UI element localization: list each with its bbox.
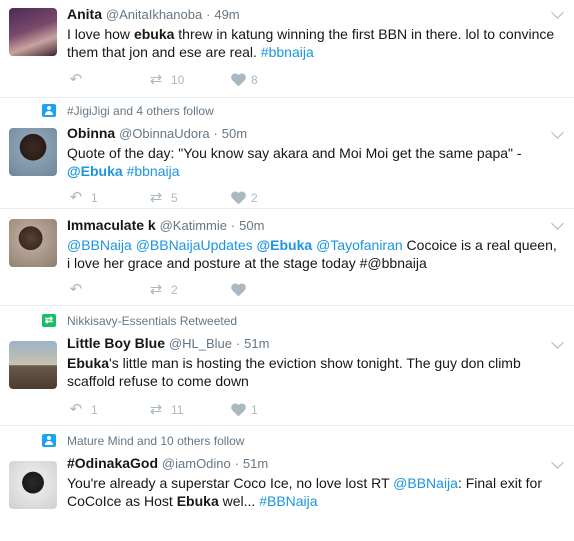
hashtag-link[interactable]: #BBNaija <box>259 493 317 509</box>
tweet-time[interactable]: 51m <box>243 456 268 471</box>
author-name[interactable]: Immaculate k <box>67 217 156 233</box>
tweet-time[interactable]: 49m <box>214 7 239 22</box>
hashtag-link[interactable]: #bbnaija <box>261 44 314 60</box>
mention-link[interactable]: @Ebuka <box>257 237 313 253</box>
tweet-text: Quote of the day: "You know say akara an… <box>67 145 522 179</box>
avatar[interactable] <box>9 8 57 56</box>
author-handle[interactable]: @HL_Blue <box>169 336 232 351</box>
author-name[interactable]: Little Boy Blue <box>67 335 165 351</box>
social-context[interactable]: Nikkisavy-Essentials Retweeted <box>42 313 560 329</box>
retweet-icon: ⇄ <box>149 401 163 418</box>
author-handle[interactable]: @ObinnaUdora <box>119 126 210 141</box>
tweet[interactable]: #JigiJigi and 4 others follow Obinna @Ob… <box>0 98 574 209</box>
heart-icon <box>231 192 245 205</box>
tweet-header: Anita @AnitaIkhanoba · 49m <box>67 6 240 22</box>
reply-button[interactable]: ↶ <box>67 70 91 90</box>
mention-link[interactable]: @BBNaija <box>393 475 458 491</box>
tweet[interactable]: Immaculate k @Katimmie · 50m @BBNaija @B… <box>0 209 574 306</box>
reply-arrow-icon: ↶ <box>69 71 83 88</box>
tweet[interactable]: Anita @AnitaIkhanoba · 49m I love how eb… <box>0 0 574 98</box>
tweet-time[interactable]: 50m <box>239 218 264 233</box>
reply-button[interactable]: ↶ 1 <box>67 400 98 420</box>
tweet-text: Ebuka's little man is hosting the evicti… <box>67 355 521 389</box>
tweet-actions: ↶ ⇄ 2 <box>67 280 327 300</box>
timeline: Anita @AnitaIkhanoba · 49m I love how eb… <box>0 0 574 541</box>
heart-icon <box>231 74 245 87</box>
reply-arrow-icon: ↶ <box>69 281 83 298</box>
tweet-header: Immaculate k @Katimmie · 50m <box>67 217 265 233</box>
like-button[interactable]: 1 <box>231 400 258 420</box>
author-handle[interactable]: @iamOdino <box>162 456 231 471</box>
hashtag-link[interactable]: #bbnaija <box>127 163 180 179</box>
tweet-text: You're already a superstar Coco Ice, no … <box>67 475 542 509</box>
like-button[interactable] <box>231 280 251 300</box>
tweet[interactable]: Nikkisavy-Essentials Retweeted Little Bo… <box>0 306 574 426</box>
reply-button[interactable]: ↶ <box>67 280 91 300</box>
mention-link[interactable]: @BBNaijaUpdates <box>136 237 253 253</box>
tweet-header: Obinna @ObinnaUdora · 50m <box>67 125 248 141</box>
retweet-button[interactable]: ⇄ 2 <box>147 280 178 300</box>
tweet-text: @BBNaija @BBNaijaUpdates @Ebuka @Tayofan… <box>67 237 557 271</box>
avatar[interactable] <box>9 128 57 176</box>
heart-icon <box>231 404 245 417</box>
user-follow-icon <box>42 104 56 117</box>
tweet-header: Little Boy Blue @HL_Blue · 51m <box>67 335 270 351</box>
retweet-icon: ⇄ <box>149 71 163 88</box>
retweet-context-icon <box>42 313 56 329</box>
like-button[interactable]: 2 <box>231 188 258 208</box>
social-context[interactable]: Mature Mind and 10 others follow <box>42 433 560 449</box>
author-name[interactable]: #OdinakaGod <box>67 455 158 471</box>
social-context[interactable]: #JigiJigi and 4 others follow <box>42 103 560 119</box>
tweet-text: I love how ebuka threw in katung winning… <box>67 26 555 60</box>
reply-button[interactable]: ↶ 1 <box>67 188 98 208</box>
tweet-time[interactable]: 51m <box>244 336 269 351</box>
author-name[interactable]: Obinna <box>67 125 115 141</box>
reply-arrow-icon: ↶ <box>69 189 83 206</box>
tweet-actions: ↶ ⇄ 10 8 <box>67 70 327 90</box>
retweet-icon: ⇄ <box>149 189 163 206</box>
mention-link[interactable]: @BBNaija <box>67 237 132 253</box>
mention-link[interactable]: @Tayofaniran <box>316 237 403 253</box>
tweet-time[interactable]: 50m <box>222 126 247 141</box>
author-handle[interactable]: @Katimmie <box>160 218 227 233</box>
retweet-button[interactable]: ⇄ 11 <box>147 400 184 420</box>
avatar[interactable] <box>9 461 57 509</box>
retweet-icon: ⇄ <box>149 281 163 298</box>
avatar[interactable] <box>9 341 57 389</box>
heart-icon <box>231 284 245 297</box>
user-follow-icon <box>42 434 56 447</box>
retweet-button[interactable]: ⇄ 5 <box>147 188 178 208</box>
reply-arrow-icon: ↶ <box>69 401 83 418</box>
tweet-header: #OdinakaGod @iamOdino · 51m <box>67 455 269 471</box>
tweet-actions: ↶ 1 ⇄ 5 2 <box>67 188 327 208</box>
like-button[interactable]: 8 <box>231 70 258 90</box>
avatar[interactable] <box>9 219 57 267</box>
author-name[interactable]: Anita <box>67 6 102 22</box>
mention-link[interactable]: @Ebuka <box>67 163 123 179</box>
tweet-actions: ↶ 1 ⇄ 11 1 <box>67 400 327 420</box>
tweet[interactable]: Mature Mind and 10 others follow #Odinak… <box>0 426 574 541</box>
retweet-button[interactable]: ⇄ 10 <box>147 70 185 90</box>
author-handle[interactable]: @AnitaIkhanoba <box>106 7 202 22</box>
